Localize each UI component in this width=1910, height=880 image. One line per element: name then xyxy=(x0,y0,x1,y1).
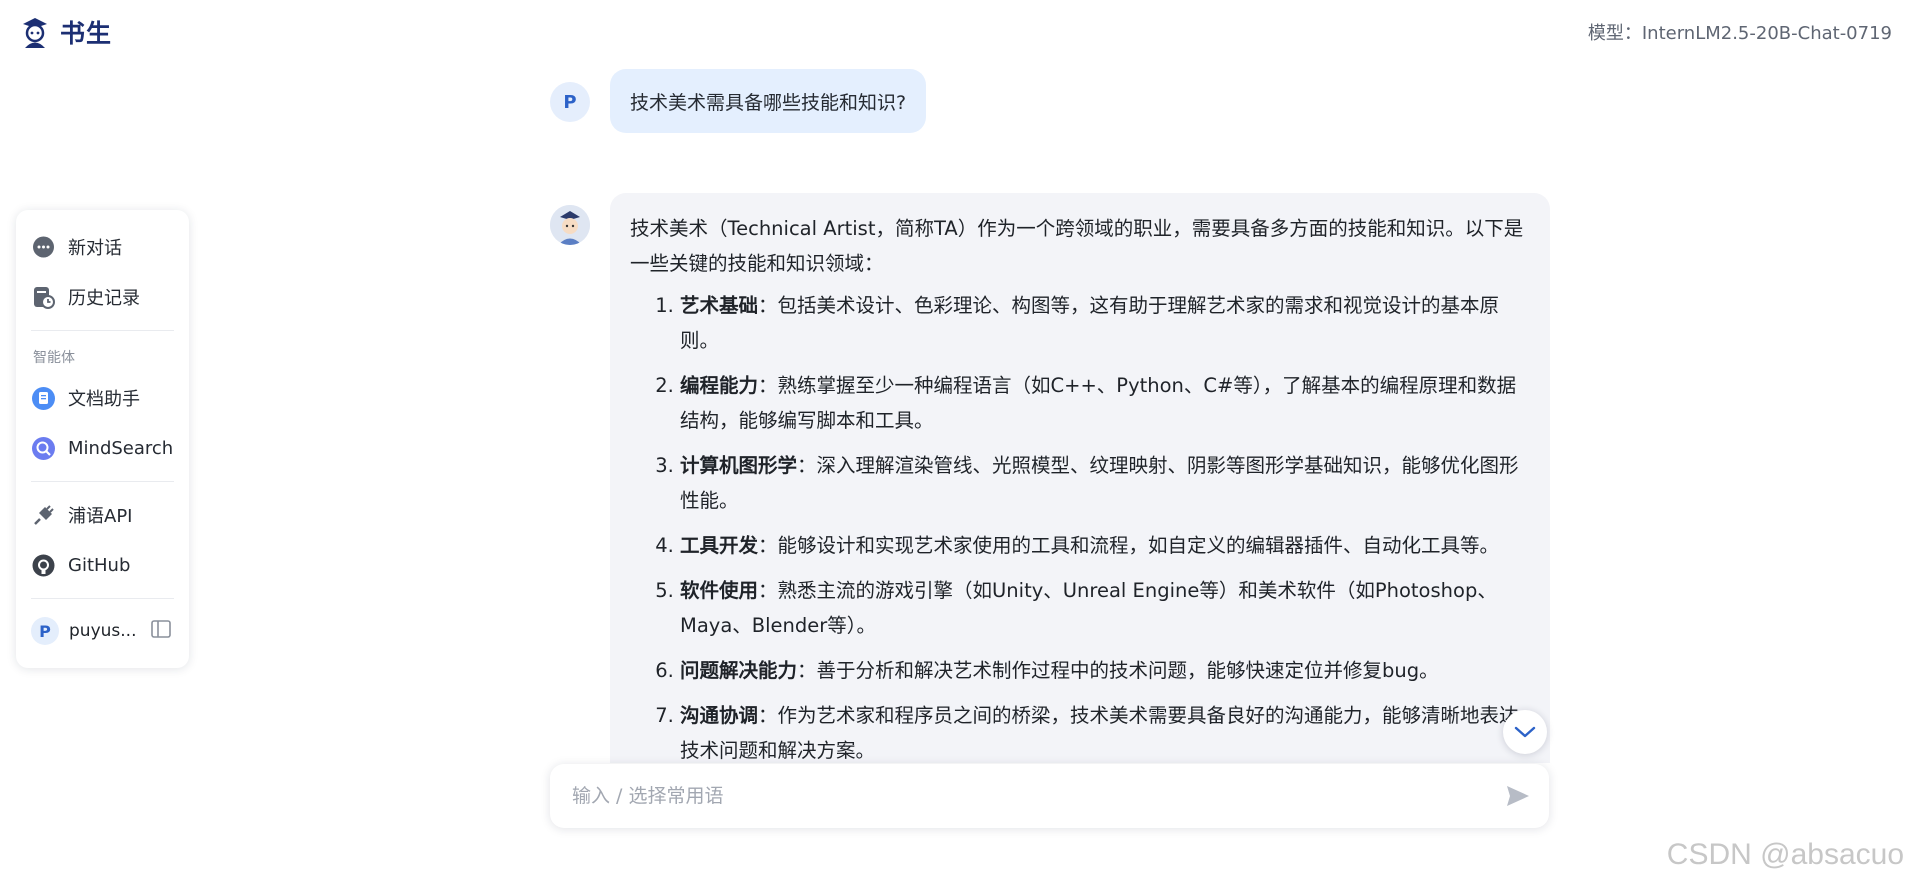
scholar-avatar-icon xyxy=(550,205,590,245)
list-item: 软件使用：熟悉主流的游戏引擎（如Unity、Unreal Engine等）和美术… xyxy=(680,573,1530,643)
mindsearch-icon xyxy=(31,436,56,461)
logo-text: 书生 xyxy=(60,19,113,48)
send-button[interactable] xyxy=(1503,781,1533,811)
list-item-title: 计算机图形学 xyxy=(680,454,798,477)
sidebar-item-label: MindSearch xyxy=(68,437,174,459)
list-item-text: ：深入理解渲染管线、光照模型、纹理映射、阴影等图形学基础知识，能够优化图形性能。 xyxy=(680,454,1519,512)
list-item-text: ：熟悉主流的游戏引擎（如Unity、Unreal Engine等）和美术软件（如… xyxy=(680,579,1497,637)
list-item: 编程能力：熟练掌握至少一种编程语言（如C++、Python、C#等），了解基本的… xyxy=(680,368,1530,438)
scroll-to-bottom-button[interactable] xyxy=(1503,710,1547,754)
list-item-title: 沟通协调 xyxy=(680,704,759,727)
list-item: 问题解决能力：善于分析和解决艺术制作过程中的技术问题，能够快速定位并修复bug。 xyxy=(680,653,1530,688)
list-item-text: ：善于分析和解决艺术制作过程中的技术问题，能够快速定位并修复bug。 xyxy=(797,659,1439,682)
divider xyxy=(31,330,174,331)
sidebar-item-github[interactable]: GitHub xyxy=(16,540,189,590)
chat-bubble-icon xyxy=(31,235,56,260)
bot-message: 技术美术（Technical Artist，简称TA）作为一个跨领域的职业，需要… xyxy=(610,193,1550,763)
sidebar-item-mindsearch[interactable]: MindSearch xyxy=(16,423,189,473)
sidebar-item-label: GitHub xyxy=(68,554,131,576)
list-item-title: 软件使用 xyxy=(680,579,759,602)
app-logo[interactable]: 书生 xyxy=(18,14,112,50)
sidebar-item-history[interactable]: 历史记录 xyxy=(16,272,189,322)
bot-avatar xyxy=(550,205,590,245)
list-item: 工具开发：能够设计和实现艺术家使用的工具和流程，如自定义的编辑器插件、自动化工具… xyxy=(680,528,1530,563)
chevron-down-icon xyxy=(1514,726,1536,738)
list-item-title: 工具开发 xyxy=(680,534,759,557)
watermark: CSDN @absacuo xyxy=(1666,838,1904,871)
list-item-text: ：作为艺术家和程序员之间的桥梁，技术美术需要具备良好的沟通能力，能够清晰地表达技… xyxy=(680,704,1519,762)
user-avatar: P xyxy=(550,82,590,122)
bot-intro: 技术美术（Technical Artist，简称TA）作为一个跨领域的职业，需要… xyxy=(630,217,1524,275)
sidebar-section-title: 智能体 xyxy=(33,350,75,366)
list-item-title: 编程能力 xyxy=(680,374,759,397)
document-icon xyxy=(31,386,56,411)
list-item-title: 艺术基础 xyxy=(680,294,759,317)
bot-list: 艺术基础：包括美术设计、色彩理论、构图等，这有助于理解艺术家的需求和视觉设计的基… xyxy=(630,288,1530,763)
list-item: 沟通协调：作为艺术家和程序员之间的桥梁，技术美术需要具备良好的沟通能力，能够清晰… xyxy=(680,698,1530,763)
sidebar-item-doc-assistant[interactable]: 文档助手 xyxy=(16,373,189,423)
list-item-text: ：包括美术设计、色彩理论、构图等，这有助于理解艺术家的需求和视觉设计的基本原则。 xyxy=(680,294,1500,352)
sidebar-item-api[interactable]: 浦语API xyxy=(16,490,189,540)
list-item-text: ：熟练掌握至少一种编程语言（如C++、Python、C#等），了解基本的编程原理… xyxy=(680,374,1517,432)
list-item: 计算机图形学：深入理解渲染管线、光照模型、纹理映射、阴影等图形学基础知识，能够优… xyxy=(680,448,1530,518)
composer xyxy=(550,764,1549,828)
list-item-text: ：能够设计和实现艺术家使用的工具和流程，如自定义的编辑器插件、自动化工具等。 xyxy=(758,534,1500,557)
sidebar: 新对话 历史记录 智能体 文档助手 MindSearch 浦语API GitHu… xyxy=(16,210,189,668)
list-item: 艺术基础：包括美术设计、色彩理论、构图等，这有助于理解艺术家的需求和视觉设计的基… xyxy=(680,288,1530,358)
user-name: puyus... xyxy=(69,621,137,641)
model-label: 模型：InternLM2.5-20B-Chat-0719 xyxy=(1587,23,1892,44)
sidebar-item-new-chat[interactable]: 新对话 xyxy=(16,222,189,272)
sidebar-item-label: 浦语API xyxy=(68,506,133,527)
user-message: 技术美术需具备哪些技能和知识? xyxy=(610,69,927,133)
scholar-logo-icon xyxy=(23,18,47,48)
avatar: P xyxy=(31,617,59,645)
sidebar-item-label: 文档助手 xyxy=(68,389,140,410)
list-item-title: 问题解决能力 xyxy=(680,659,798,682)
sidebar-item-label: 历史记录 xyxy=(68,288,140,309)
divider xyxy=(31,481,174,482)
github-icon xyxy=(31,553,56,578)
sidebar-item-label: 新对话 xyxy=(68,238,122,259)
history-icon xyxy=(31,285,56,310)
plug-icon xyxy=(31,503,56,528)
sidebar-toggle-icon[interactable] xyxy=(151,619,171,643)
divider xyxy=(31,598,174,599)
user-profile[interactable]: P puyus... xyxy=(16,607,189,655)
message-input[interactable] xyxy=(570,784,1503,808)
send-icon xyxy=(1507,786,1529,806)
